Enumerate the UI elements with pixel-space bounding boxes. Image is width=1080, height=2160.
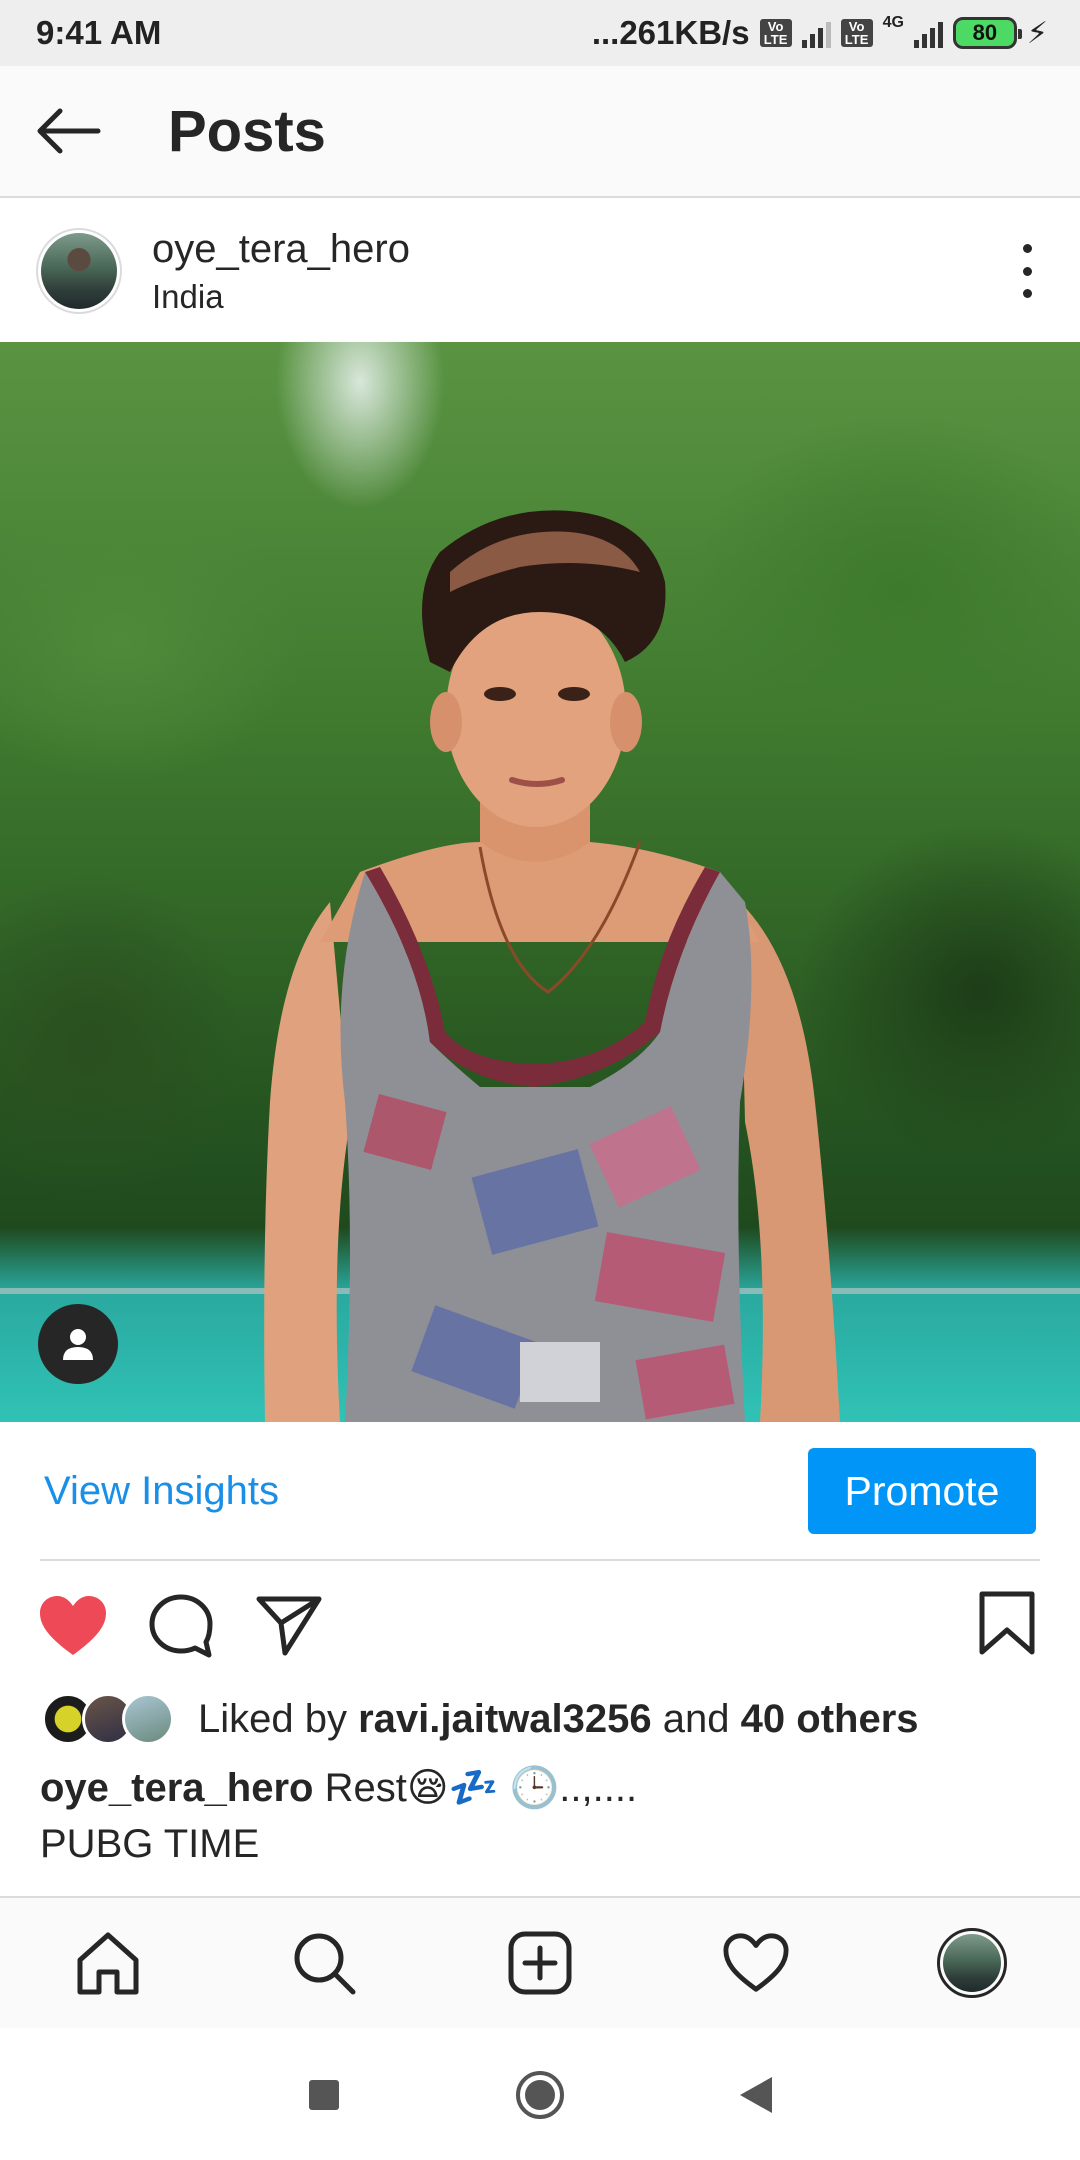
send-icon (256, 1596, 322, 1656)
divider (40, 1559, 1040, 1561)
likes-others[interactable]: 40 others (741, 1697, 919, 1741)
network-type: 4G (882, 14, 904, 31)
likes-row[interactable]: Liked by ravi.jaitwal3256 and 40 others (0, 1690, 1080, 1748)
search-icon (294, 1933, 356, 1995)
home-icon (77, 1932, 139, 1995)
liked-by-user[interactable]: ravi.jaitwal3256 (358, 1697, 652, 1741)
status-indicators: ...261KB/s Vo LTE Vo LTE 4G 80 ⚡ (592, 14, 1048, 52)
nav-activity[interactable] (701, 1908, 811, 2018)
circle-icon (516, 2071, 564, 2119)
home-system-button[interactable] (480, 2035, 600, 2155)
caption-username[interactable]: oye_tera_hero (40, 1766, 313, 1810)
add-post-icon (508, 1931, 572, 1995)
comment-icon (149, 1594, 213, 1658)
network-speed: ...261KB/s (591, 14, 750, 51)
post-meta: oye_tera_hero India (152, 227, 410, 316)
tagged-users-button[interactable] (38, 1304, 118, 1384)
person-icon (63, 1329, 93, 1360)
liker-avatar (122, 1693, 174, 1745)
back-arrow-icon (37, 108, 101, 154)
dot (1022, 266, 1032, 276)
save-button[interactable] (970, 1586, 1044, 1660)
more-options-button[interactable] (1014, 244, 1040, 298)
post-location[interactable]: India (152, 278, 410, 316)
likes-prefix: Liked by (198, 1696, 347, 1741)
post-author-avatar[interactable] (36, 228, 122, 314)
insights-bar: View Insights Promote (0, 1422, 1080, 1560)
volte-badge: Vo LTE (759, 19, 792, 47)
status-time: 9:41 AM (36, 14, 162, 51)
nav-new-post[interactable] (485, 1908, 595, 2018)
post-photo[interactable] (0, 342, 1080, 1422)
charging-icon: ⚡ (1026, 16, 1048, 50)
app-header: Posts (0, 66, 1080, 198)
likes-connector: and (662, 1696, 730, 1741)
photo-subject (0, 510, 1080, 1422)
triangle-back-icon (740, 2077, 772, 2113)
signal-icon-2 (913, 18, 943, 48)
comment-button[interactable] (144, 1589, 218, 1663)
liker-avatars (42, 1693, 174, 1745)
status-bar: 9:41 AM ...261KB/s Vo LTE Vo LTE 4G 80 ⚡ (0, 0, 1080, 66)
nav-profile[interactable] (917, 1908, 1027, 2018)
nav-home[interactable] (53, 1908, 163, 2018)
page-title: Posts (168, 98, 326, 164)
caption-line-2: PUBG TIME (40, 1822, 260, 1866)
post-caption: oye_tera_hero Rest😪💤 🕒..,.... PUBG TIME (40, 1760, 1040, 1872)
post-header: oye_tera_hero India (0, 200, 1080, 342)
recents-button[interactable] (264, 2035, 384, 2155)
view-insights-link[interactable]: View Insights (44, 1469, 279, 1514)
likes-text: Liked by ravi.jaitwal3256 and 40 others (198, 1697, 919, 1742)
profile-avatar-image (943, 1934, 1001, 1992)
caption-text: Rest😪💤 🕒..,.... (324, 1766, 638, 1810)
profile-avatar (937, 1928, 1007, 1998)
back-system-button[interactable] (696, 2035, 816, 2155)
dot (1022, 244, 1032, 253)
bottom-nav (0, 1896, 1080, 2028)
battery-icon: 80 (952, 17, 1022, 49)
back-button[interactable] (8, 65, 128, 197)
post-actions (0, 1580, 1080, 1672)
heart-filled-icon (40, 1596, 106, 1655)
promote-button[interactable]: Promote (808, 1448, 1036, 1534)
dot (1022, 289, 1032, 298)
like-button[interactable] (36, 1589, 110, 1663)
nav-search[interactable] (269, 1908, 379, 2018)
signal-icon (801, 18, 831, 48)
battery-percent: 80 (972, 20, 998, 45)
bookmark-icon (979, 1591, 1035, 1655)
activity-heart-icon (723, 1933, 789, 1992)
avatar-image (41, 233, 117, 309)
square-icon (309, 2080, 339, 2110)
volte-badge-2: Vo LTE (840, 19, 873, 47)
share-button[interactable] (252, 1589, 326, 1663)
post-username[interactable]: oye_tera_hero (152, 227, 410, 272)
system-nav-bar (0, 2030, 1080, 2160)
